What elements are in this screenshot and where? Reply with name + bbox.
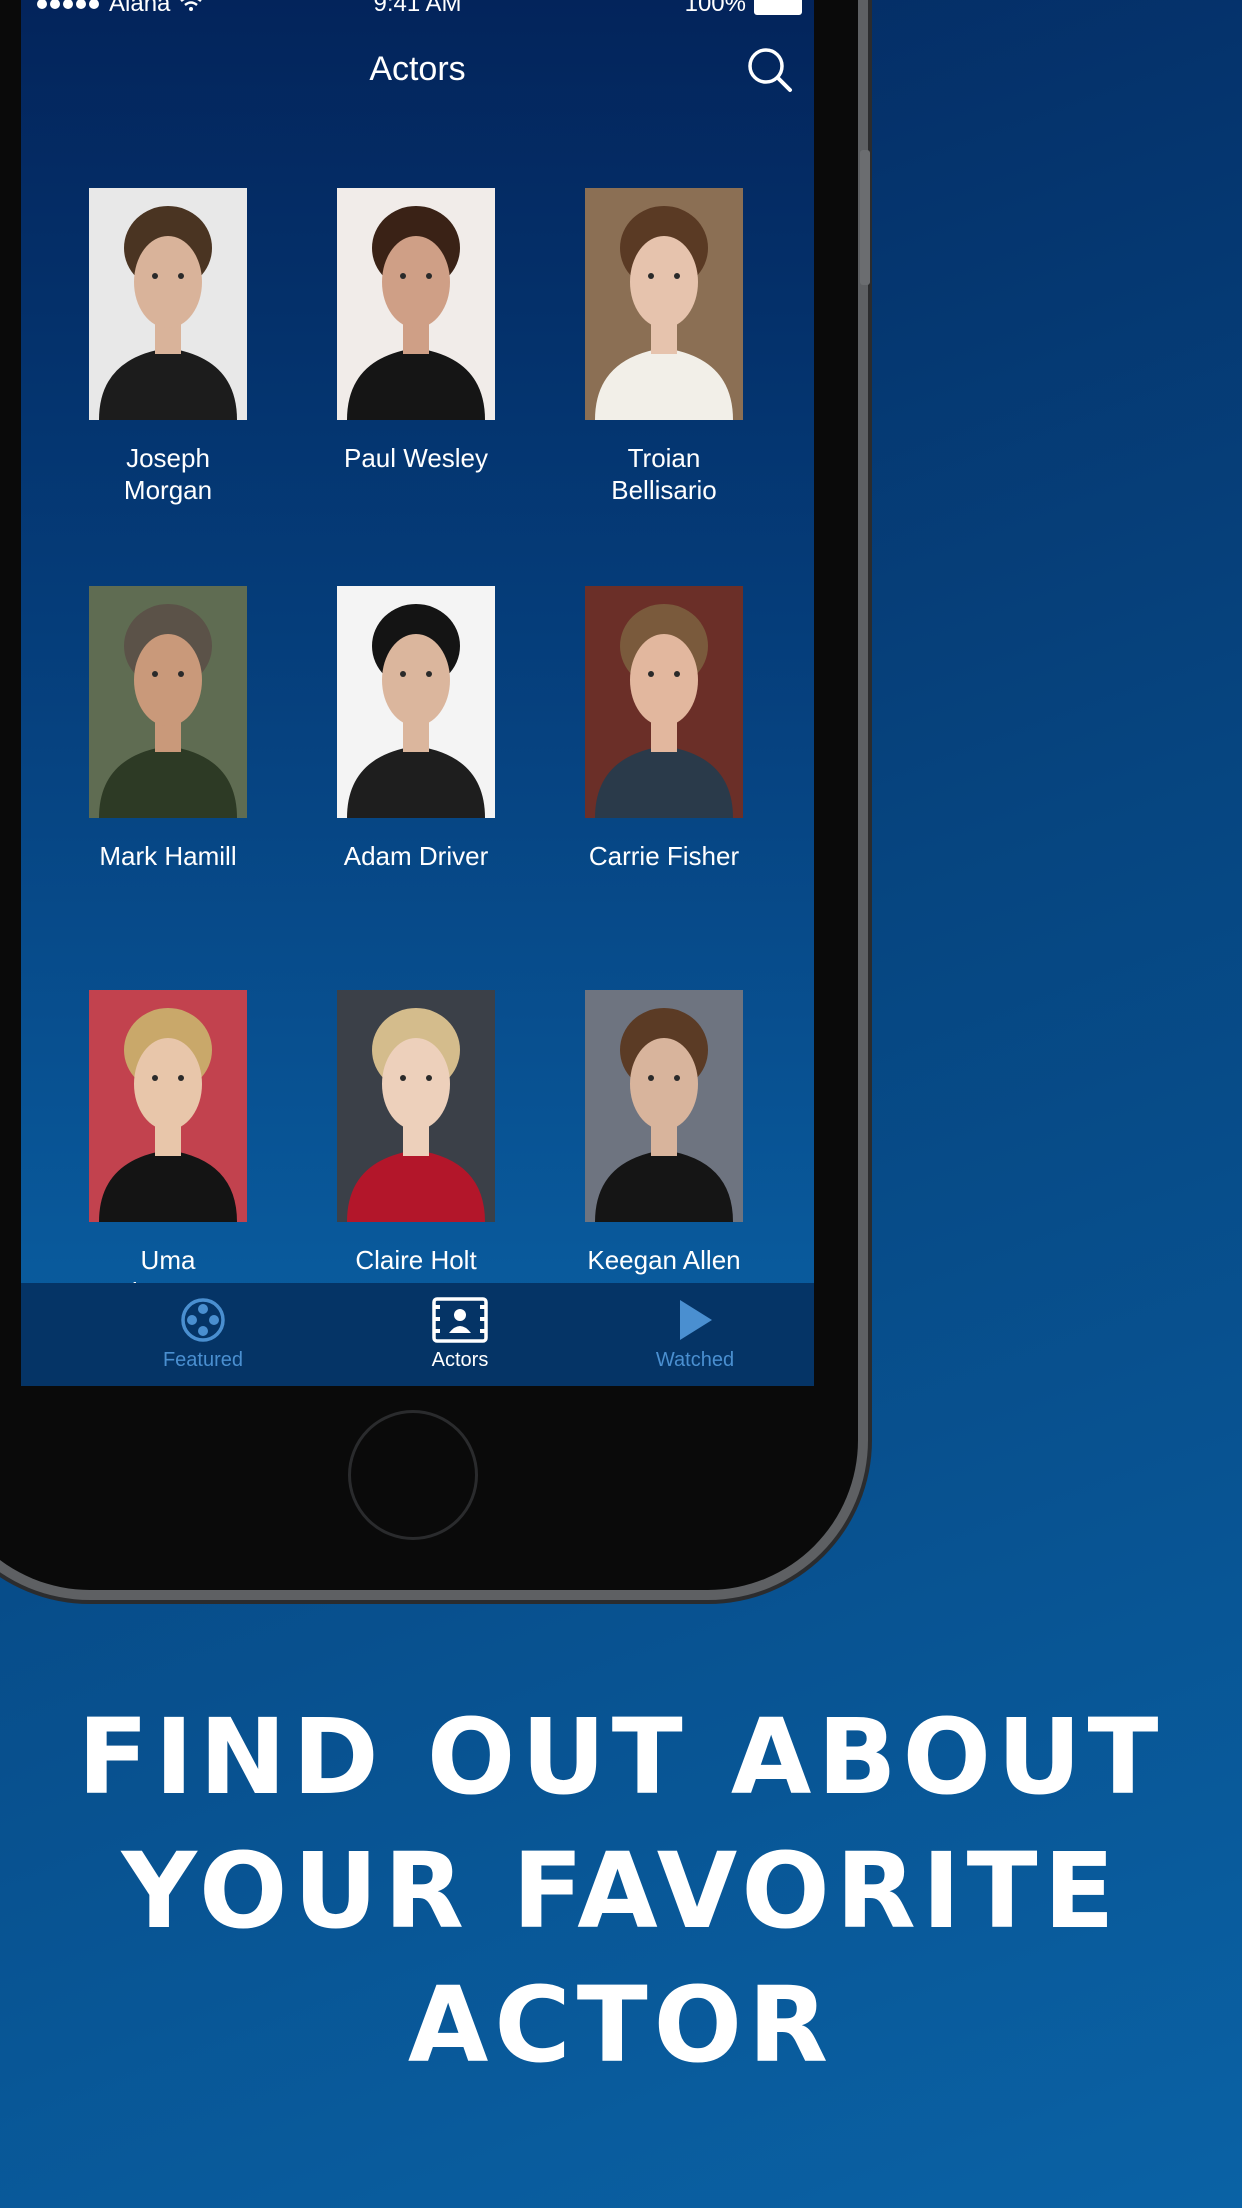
actor-photo <box>89 188 247 420</box>
navigation-bar: Actors <box>21 40 814 100</box>
actor-name: Claire Holt <box>316 1244 516 1276</box>
actor-name-line-1: Carrie Fisher <box>588 841 740 871</box>
actor-photo <box>585 188 743 420</box>
actor-name: Paul Wesley <box>316 442 516 474</box>
actor-card[interactable]: Troian Bellisario <box>564 188 764 506</box>
actor-name: Carrie Fisher <box>564 840 764 872</box>
battery-icon <box>754 0 802 15</box>
actor-photo <box>89 990 247 1222</box>
actor-photo <box>585 586 743 818</box>
page-title: Actors <box>369 50 466 88</box>
actor-name-line-1: Uma <box>140 1245 196 1275</box>
search-icon[interactable] <box>740 40 800 100</box>
tab-actors[interactable]: Actors <box>360 1297 560 1372</box>
actor-name: Adam Driver <box>316 840 516 872</box>
actor-photo <box>585 990 743 1222</box>
headline-line-3: ACTOR <box>407 1964 835 2086</box>
tab-label-watched: Watched <box>655 1349 735 1371</box>
actor-name-line-1: Mark Hamill <box>99 841 237 871</box>
actor-name-line-1: Paul Wesley <box>343 443 489 473</box>
actor-card[interactable]: Claire Holt <box>316 990 516 1276</box>
actor-card[interactable]: Adam Driver <box>316 586 516 872</box>
tab-label-actors: Actors <box>431 1349 489 1371</box>
tab-bar: Featured Actors Watched <box>21 1283 814 1386</box>
headline-line-2: YOUR FAVORITE <box>121 1830 1121 1952</box>
actor-name-line-1: Adam Driver <box>343 841 489 871</box>
actor-name-line-1: Troian <box>627 443 701 473</box>
home-button[interactable] <box>348 1410 478 1540</box>
actor-card[interactable]: Keegan Allen <box>564 990 764 1276</box>
actor-photo <box>337 586 495 818</box>
actor-card[interactable]: Mark Hamill <box>68 586 268 872</box>
actor-photo <box>89 586 247 818</box>
actor-name: Keegan Allen <box>564 1244 764 1276</box>
actor-name-line-1: Keegan Allen <box>587 1245 741 1275</box>
actor-name: Mark Hamill <box>68 840 268 872</box>
actor-name-line-2: Bellisario <box>611 475 717 505</box>
actor-card-icon <box>432 1297 488 1343</box>
actor-name-line-1: Claire Holt <box>355 1245 477 1275</box>
phone-frame: Alana 9:41 AM 100% Actors Joseph Morgan Pa… <box>0 0 858 1590</box>
headline-line-1: FIND OUT ABOUT <box>77 1696 1165 1818</box>
actor-name-line-1: Joseph <box>126 443 210 473</box>
tab-label-featured: Featured <box>162 1349 244 1371</box>
actor-card[interactable]: Joseph Morgan <box>68 188 268 506</box>
battery-percent: 100% <box>684 0 746 17</box>
actor-name-line-2: Morgan <box>123 475 213 505</box>
tab-watched[interactable]: Watched <box>595 1297 795 1372</box>
play-icon <box>680 1300 712 1340</box>
actor-photo <box>337 188 495 420</box>
actor-name: Joseph Morgan <box>68 442 268 506</box>
actor-card[interactable]: UmaThurman <box>68 990 268 1308</box>
tab-featured[interactable]: Featured <box>103 1297 303 1372</box>
phone-side-button <box>860 150 870 285</box>
actor-card[interactable]: Paul Wesley <box>316 188 516 474</box>
actor-card[interactable]: Carrie Fisher <box>564 586 764 872</box>
actor-name: Troian Bellisario <box>564 442 764 506</box>
film-reel-icon <box>181 1298 225 1342</box>
marketing-headline: FIND OUT ABOUT YOUR FAVORITE ACTOR <box>0 1690 1242 2092</box>
app-screen: Alana 9:41 AM 100% Actors Joseph Morgan Pa… <box>21 0 814 1386</box>
actor-photo <box>337 990 495 1222</box>
status-bar: Alana 9:41 AM 100% <box>21 0 814 20</box>
